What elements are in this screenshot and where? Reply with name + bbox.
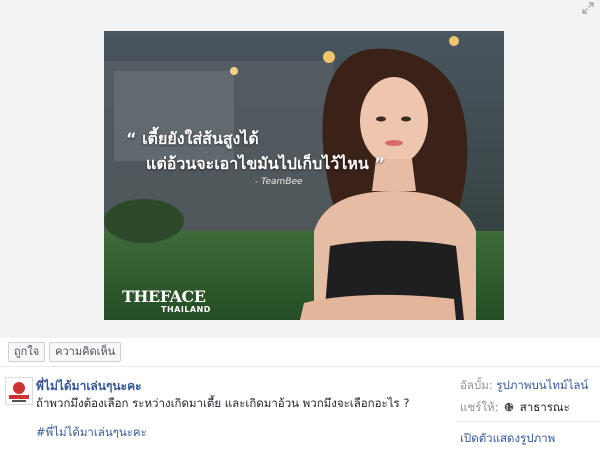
photo-quote-line1: “ เตี้ยยังใส่ส้นสูงได้ [126,129,259,148]
album-link[interactable]: รูปภาพบนไทม์ไลน์ [496,378,588,392]
comment-button[interactable]: ความคิดเห็น [49,342,122,362]
photo-actions: ถูกใจ ความคิดเห็น [8,342,122,362]
shared-value[interactable]: สาธารณะ [520,400,570,414]
shared-label: แชร์ให้: [460,400,499,414]
page-name-link[interactable]: พี่ไม่ได้มาเล่นๆนะคะ [36,377,142,396]
post-text: ถ้าพวกมึงต้องเลือก ระหว่างเกิดมาเตี้ย แล… [36,396,410,410]
album-row: อัลบั้ม: รูปภาพบนไทม์ไลน์ [460,377,588,395]
divider [0,366,600,367]
photo-viewer: “ เตี้ยยังใส่ส้นสูงได้ แต่อ้วนจะเอาไขมัน… [0,0,600,338]
the-face-logo: THEFACE [122,287,206,306]
photo-quote-line2: แต่อ้วนจะเอาไขมันไปเก็บไว้ไหน ” [146,154,385,173]
post-photo[interactable]: “ เตี้ยยังใส่ส้นสูงได้ แต่อ้วนจะเอาไขมัน… [104,31,504,320]
like-button[interactable]: ถูกใจ [8,342,46,362]
open-photo-viewer-link[interactable]: เปิดตัวแสดงรูปภาพ [460,431,555,445]
sidebar-divider [456,421,600,422]
album-label: อัลบั้ม: [460,378,493,392]
fullscreen-row: เปิดตัวแสดงรูปภาพ [460,430,555,448]
hashtag-link[interactable]: #พี่ไม่ได้มาเล่นๆนะคะ [36,424,147,442]
photo-quote-author: - TeamBee [255,177,303,187]
avatar-image [6,378,32,404]
expand-icon[interactable] [582,2,594,14]
shared-row: แชร์ให้: สาธารณะ [460,399,570,417]
the-face-logo-sub: THAILAND [161,305,211,314]
page-avatar[interactable] [5,377,33,405]
globe-icon [504,402,514,412]
